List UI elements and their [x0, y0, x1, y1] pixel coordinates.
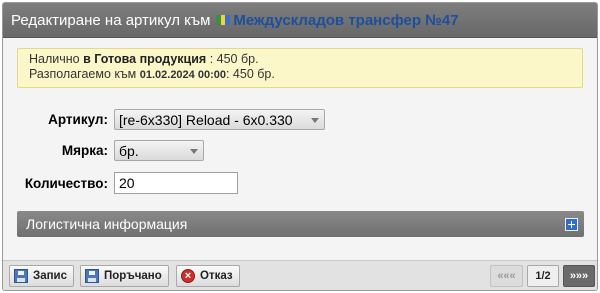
ordered-button-label: Поръчано: [104, 270, 162, 282]
pager-next-button[interactable]: »»»: [563, 265, 595, 287]
cancel-button-label: Отказ: [200, 270, 233, 282]
disposable-date: 01.02.2024 00:00: [139, 69, 226, 81]
disposable-qty: : 450 бр.: [225, 67, 275, 81]
pager-prev-button[interactable]: «««: [490, 265, 523, 287]
save-button[interactable]: Запис: [9, 265, 75, 287]
dialog-titlebar: Редактиране на артикул към Междускладов …: [3, 3, 597, 38]
quantity-input-value: 20: [119, 175, 135, 191]
cancel-button[interactable]: × Отказ: [176, 265, 240, 287]
save-button-label: Запис: [33, 270, 68, 282]
quantity-input[interactable]: 20: [114, 172, 238, 194]
article-label: Артикул:: [48, 112, 108, 127]
disposable-prefix: Разполагаемо към: [29, 67, 137, 81]
dialog-toolbar: Запис Поръчано × Отказ ««« 1/2 »»»: [3, 260, 597, 290]
dialog-title: Редактиране на артикул към: [11, 11, 211, 29]
warehouse-name: в Готова продукция: [83, 52, 207, 66]
unit-select-value: бр.: [119, 142, 139, 159]
chevron-down-icon: [190, 149, 198, 154]
article-select-value: [re-6x330] Reload - 6x0.330: [119, 111, 293, 128]
cancel-icon: ×: [181, 269, 195, 283]
dialog-body: Налично в Готова продукция : 450 бр. Раз…: [3, 38, 597, 260]
dialog-window: Редактиране на артикул към Междускладов …: [2, 2, 598, 291]
unit-label: Мярка:: [61, 143, 108, 158]
document-icon: [216, 14, 231, 26]
transfer-doc-link[interactable]: Междускладов трансфер №47: [233, 12, 458, 29]
chevron-down-icon: [311, 118, 319, 123]
article-row: Артикул: [re-6x330] Reload - 6x0.330: [3, 109, 325, 130]
save-icon: [14, 269, 28, 283]
available-line: Налично в Готова продукция : 450 бр.: [29, 52, 582, 67]
logistics-section-label: Логистична информация: [26, 216, 188, 232]
availability-info: Налично в Готова продукция : 450 бр. Раз…: [17, 48, 583, 88]
unit-row: Мярка: бр.: [3, 140, 204, 161]
available-qty: : 450 бр.: [209, 52, 259, 66]
ordered-icon: [85, 269, 99, 283]
ordered-button[interactable]: Поръчано: [80, 265, 169, 287]
quantity-row: Количество: 20: [3, 172, 238, 194]
disposable-line: Разполагаемо към 01.02.2024 00:00: 450 б…: [29, 67, 582, 83]
plus-icon[interactable]: [565, 218, 578, 231]
logistics-section-toggle[interactable]: Логистична информация: [17, 211, 584, 237]
pager-page-indicator: 1/2: [527, 265, 559, 287]
article-select[interactable]: [re-6x330] Reload - 6x0.330: [114, 109, 325, 130]
quantity-label: Количество:: [24, 175, 108, 191]
unit-select[interactable]: бр.: [114, 140, 204, 161]
available-prefix: Налично: [29, 52, 80, 66]
